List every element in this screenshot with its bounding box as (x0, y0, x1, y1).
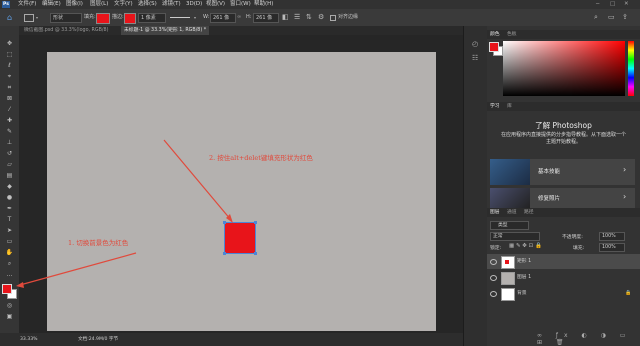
layer-name: 图层 1 (517, 275, 532, 280)
layer-name: 矩形 1 (517, 259, 532, 264)
maximize-icon[interactable]: □ (610, 0, 615, 9)
zoom-level[interactable]: 33.33% (20, 333, 38, 346)
close-icon[interactable]: ✕ (624, 0, 629, 9)
layer-thumbnail (501, 272, 515, 285)
chevron-right-icon: › (623, 192, 627, 201)
tab-layers[interactable]: 图层 (490, 208, 500, 217)
hue-slider[interactable] (628, 41, 634, 96)
topic-thumbnail (490, 188, 530, 208)
tab-libraries[interactable]: 库 (507, 102, 512, 111)
layer-kind: 类型 (498, 223, 508, 228)
layer-thumbnail (501, 256, 515, 269)
annotation-arrow-1 (19, 252, 137, 286)
arrow-head-icon (16, 282, 24, 288)
topic-thumbnail (490, 159, 530, 185)
eye-icon[interactable] (490, 291, 497, 297)
color-field[interactable] (503, 41, 625, 96)
layer-row[interactable]: 图层 1 (487, 270, 640, 285)
tab-swatches[interactable]: 色板 (507, 30, 517, 39)
topic-label: 修复照片 (538, 196, 561, 202)
search-icon[interactable]: ⌕ (594, 9, 598, 26)
layer-name: 背景 (517, 291, 527, 296)
annotation-arrows (16, 139, 233, 288)
tab-paths[interactable]: 路径 (524, 208, 534, 217)
shape-thumbnail-icon (505, 260, 509, 264)
tab-color[interactable]: 颜色 (490, 30, 500, 39)
fill-field[interactable]: 100% (599, 243, 625, 252)
tab-learn[interactable]: 学习 (490, 102, 500, 111)
color-panel-tabs: 颜色 色板 (487, 30, 640, 39)
right-panels: 颜色 色板 学习 库 了解 Photoshop 在应用程序内直接提供的分步指导教… (487, 26, 640, 346)
chevron-right-icon: › (623, 165, 627, 174)
lock-label: 锁定: (490, 246, 502, 251)
tab-channels[interactable]: 通道 (507, 208, 517, 217)
eye-icon[interactable] (490, 275, 497, 281)
workspace-icon[interactable]: ▭ (608, 9, 615, 26)
learn-panel-tabs: 学习 库 (487, 102, 640, 111)
learn-title: 了解 Photoshop (535, 121, 592, 130)
eye-icon[interactable] (490, 259, 497, 265)
layers-panel-tabs: 图层 通道 路径 (487, 208, 640, 217)
layer-thumbnail (501, 288, 515, 301)
lock-icon: 🔒 (625, 290, 632, 296)
topic-basic-skills[interactable]: 基本技能 › (490, 159, 635, 185)
lock-icons[interactable]: ▦ ✎ ✥ ⊡ 🔒 (509, 243, 542, 249)
blend-mode-select[interactable]: 正常 (490, 232, 540, 241)
collapsed-panel-strip: ◴ ☷ (463, 26, 487, 346)
opacity-field[interactable]: 100% (599, 232, 625, 241)
topic-label: 基本技能 (538, 169, 561, 175)
foreground-color-swatch[interactable] (2, 284, 12, 294)
properties-panel-icon[interactable]: ☷ (472, 54, 478, 62)
history-panel-icon[interactable]: ◴ (472, 40, 478, 48)
share-icon[interactable]: ⇪ (622, 9, 628, 26)
document-info: 文档:24.9M/0 字节 (78, 337, 119, 342)
layer-row[interactable]: 背景 🔒 (487, 286, 640, 301)
layer-filter-select[interactable]: 类型 (490, 221, 529, 230)
layer-row[interactable]: 矩形 1 (487, 254, 640, 269)
panel-foreground-swatch[interactable] (489, 42, 499, 52)
annotation-arrow-2 (163, 139, 232, 221)
layer-actions[interactable]: ∞ ƒx ◐ ◑ ▭ ⊞ 🗑 (537, 332, 640, 346)
topic-fix-photo[interactable]: 修复照片 › (490, 188, 635, 208)
opacity-label: 不透明度: (562, 235, 583, 240)
status-bar: 33.33% 文档:24.9M/0 字节 (0, 333, 463, 346)
fill-label: 填充: (573, 246, 585, 251)
learn-description: 在应用程序内直接提供的分步指导教程。从下面选取一个主题开始教程。 (501, 132, 627, 145)
minimize-icon[interactable]: ─ (596, 0, 599, 9)
